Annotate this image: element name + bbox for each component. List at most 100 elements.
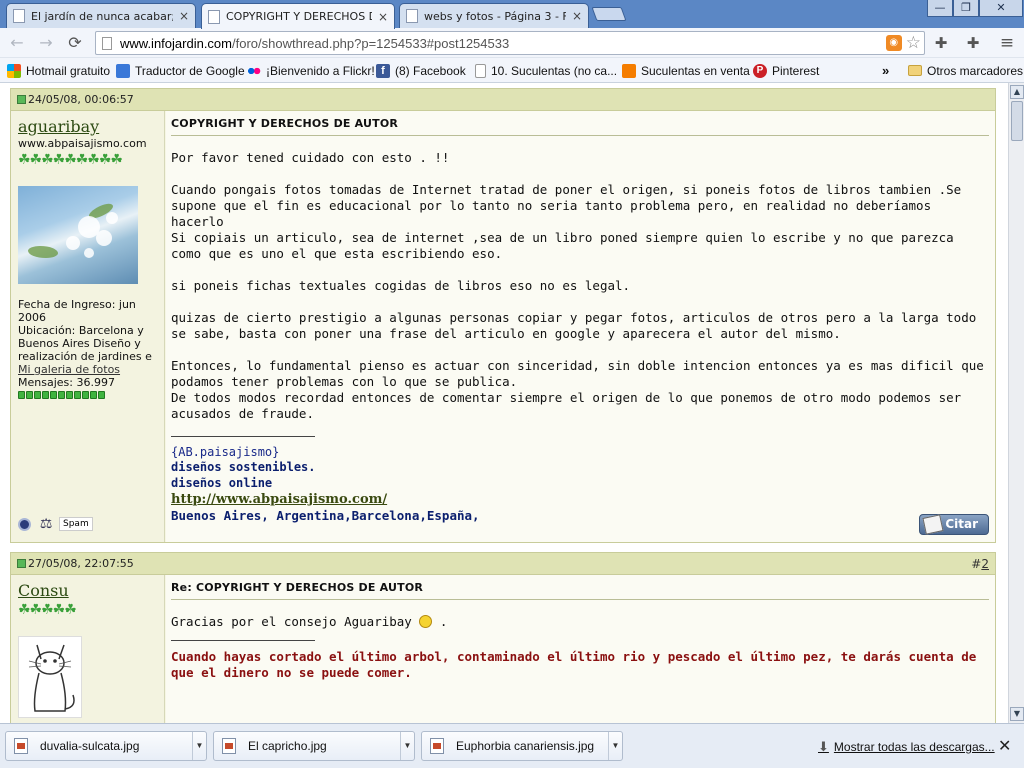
post-text: Por favor tened cuidado con esto . !! Cu… [171,150,989,422]
bookmark-label: ¡Bienvenido a Flickr! [266,63,375,78]
extension-puzzle-icon[interactable]: ✚ [932,34,950,52]
post-paragraph: si poneis fichas textuales cogidas de li… [171,278,631,293]
bookmark-suculentas-en-venta[interactable]: Suculentas en venta [622,62,750,79]
signature-quote: Cuando hayas cortado el último arbol, co… [171,649,977,680]
signature-line: diseños sostenibles. [171,460,316,474]
rss-icon[interactable]: ◉ [885,35,902,51]
close-window-button[interactable]: ✕ [979,0,1023,17]
close-tab-icon[interactable]: × [572,9,582,23]
bookmark-label: 10. Suculentas (no ca... [491,63,618,78]
chevron-down-icon[interactable]: ▼ [192,732,206,760]
menu-wrench-icon[interactable]: ≡ [998,34,1016,52]
new-tab-button[interactable] [591,7,627,21]
back-arrow-icon[interactable]: ← [6,33,28,53]
reputation-bar [18,391,157,399]
signature-divider [171,436,315,437]
bookmark-label: Traductor de Google [135,63,245,78]
close-tab-icon[interactable]: × [378,10,388,24]
post-paragraph: Si copiais un articulo, sea de internet … [171,230,954,261]
bookmark-facebook[interactable]: f (8) Facebook [376,62,466,79]
spam-button[interactable]: Spam [59,517,93,531]
address-bar[interactable]: www.infojardin.com/foro/showthread.php?p… [95,31,925,55]
other-bookmarks-folder[interactable]: Otros marcadores [908,62,1023,79]
tab-el-jardin[interactable]: El jardín de nunca acabar; inf × [6,3,196,28]
quote-icon [922,514,944,535]
page-viewport: 24/05/08, 00:06:57 aguaribay www.abpaisa… [0,83,1008,723]
tab-label: El jardín de nunca acabar; inf [31,9,173,23]
download-filename: El capricho.jpg [248,739,327,753]
signature-line: diseños online [171,476,273,490]
download-filename: Euphorbia canariensis.jpg [456,739,595,753]
scroll-up-arrow-icon[interactable]: ▲ [1010,85,1024,99]
quote-button-label: Citar [945,517,978,531]
maximize-button[interactable]: ❐ [953,0,979,17]
tab-copyright[interactable]: COPYRIGHT Y DERECHOS DE × [201,3,395,29]
tab-label: webs y fotos - Página 3 - For [424,9,566,23]
bookmarks-bar: Hotmail gratuito Traductor de Google ¡Bi… [0,58,1024,83]
post-title: COPYRIGHT Y DERECHOS DE AUTOR [171,117,989,136]
post-text: Gracias por el consejo Aguaribay . [171,614,989,630]
signature-line: {AB.paisajismo} [171,445,280,459]
bookmark-suculentas[interactable]: 10. Suculentas (no ca... [475,62,617,79]
pinterest-icon: P [753,63,767,78]
forward-arrow-icon[interactable]: → [35,33,57,53]
image-file-icon [430,738,444,754]
chevron-down-icon[interactable]: ▼ [400,732,414,760]
folder-icon [908,65,922,76]
chevron-down-icon[interactable]: ▼ [608,732,622,760]
user-rank-clovers: ☘☘☘☘☘ [18,602,77,618]
close-download-shelf-icon[interactable]: ✕ [998,736,1011,755]
tab-strip: El jardín de nunca acabar; inf × COPYRIG… [0,0,1024,29]
username-link[interactable]: aguaribay [18,117,157,136]
post-status-icon [17,559,26,568]
report-scale-icon[interactable]: ⚖ [36,516,56,532]
post-text-suffix: . [439,614,448,629]
post-status-icon [17,95,26,104]
post-title: Re: COPYRIGHT Y DERECHOS DE AUTOR [171,581,989,600]
signature-website-link[interactable]: http://www.abpaisajismo.com/ [171,491,989,508]
user-join-date: Fecha de Ingreso: jun 2006 [18,298,136,324]
url-path: /foro/showthread.php?p=1254533#post12545… [232,35,510,51]
page-icon [406,9,418,23]
page-icon [13,9,25,23]
post-paragraph: De todos modos recordad entonces de come… [171,390,962,421]
bookmark-google-translate[interactable]: Traductor de Google [116,62,245,79]
bookmark-label: Hotmail gratuito [26,63,111,78]
download-filename: duvalia-sulcata.jpg [40,739,140,753]
signature-line: Buenos Aires, Argentina,Barcelona,España… [171,508,480,523]
bookmark-star-icon[interactable]: ☆ [906,33,921,53]
minimize-button[interactable]: — [927,0,953,17]
bookmarks-overflow-chevron-icon[interactable]: » [882,62,889,79]
photo-gallery-link[interactable]: Mi galeria de fotos [18,363,120,376]
forum-post: 27/05/08, 22:07:55 #2 Consu ☘☘☘☘☘ Re: CO… [10,552,996,723]
vertical-scrollbar[interactable]: ▲ ▼ [1008,83,1024,723]
bookmark-label: Suculentas en venta [641,63,750,78]
username-link[interactable]: Consu [18,581,157,600]
download-shelf: duvalia-sulcata.jpg ▼ El capricho.jpg ▼ … [0,723,1024,768]
post-body: COPYRIGHT Y DERECHOS DE AUTOR Por favor … [166,111,995,542]
scroll-down-arrow-icon[interactable]: ▼ [1010,707,1024,721]
download-item[interactable]: duvalia-sulcata.jpg ▼ [5,731,207,761]
post-number-link[interactable]: 2 [981,557,989,571]
close-tab-icon[interactable]: × [179,9,189,23]
post-paragraph: Gracias por el consejo Aguaribay [171,614,412,629]
tab-webs-y-fotos[interactable]: webs y fotos - Página 3 - For × [399,3,589,28]
page-icon [475,63,486,78]
user-details: Fecha de Ingreso: jun 2006 Ubicación: Ba… [18,298,157,399]
post-header: 24/05/08, 00:06:57 [11,89,995,111]
bookmark-hotmail[interactable]: Hotmail gratuito [7,62,110,79]
bookmark-pinterest[interactable]: P Pinterest [753,62,819,79]
post-paragraph: Por favor tened cuidado con esto . !! [171,150,450,165]
extension-puzzle-icon[interactable]: ✚ [964,34,982,52]
show-all-downloads-link[interactable]: ⬇ Mostrar todas las descargas... [818,739,995,755]
url-text[interactable]: www.infojardin.com/foro/showthread.php?p… [120,36,886,51]
download-item[interactable]: Euphorbia canariensis.jpg ▼ [421,731,623,761]
quote-button[interactable]: Citar [919,514,989,535]
bookmark-flickr[interactable]: ¡Bienvenido a Flickr! [247,62,375,79]
smiley-wink-icon [419,615,433,628]
download-item[interactable]: El capricho.jpg ▼ [213,731,415,761]
reload-icon[interactable]: ⟳ [64,33,86,53]
scrollbar-thumb[interactable] [1011,101,1023,141]
post-header: 27/05/08, 22:07:55 #2 [11,553,995,575]
user-location: Ubicación: Barcelona y Buenos Aires Dise… [18,324,152,363]
